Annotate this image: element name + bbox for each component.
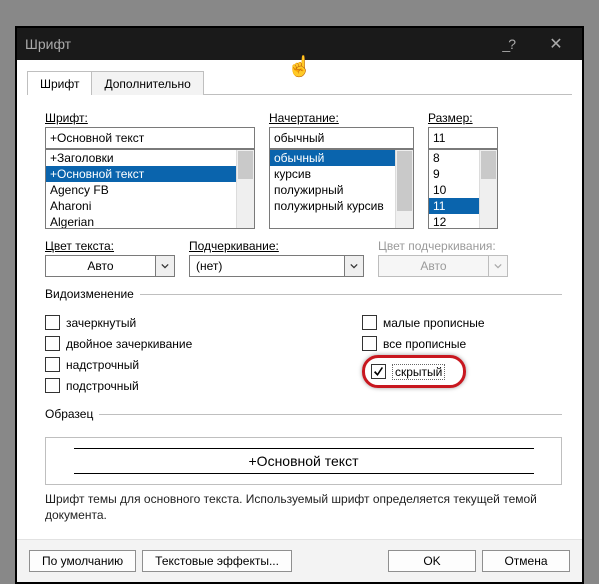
style-input[interactable] <box>269 127 414 149</box>
list-item[interactable]: Algerian <box>46 214 254 229</box>
chk-strike[interactable]: зачеркнутый <box>45 313 362 332</box>
label-size: Размер: <box>428 111 498 125</box>
label-font-color: Цвет текста: <box>45 239 175 253</box>
tab-advanced[interactable]: Дополнительно <box>91 71 203 95</box>
font-listbox[interactable]: +Заголовки +Основной текст Agency FB Aha… <box>45 149 255 229</box>
sample-legend: Образец <box>45 407 99 421</box>
chk-subscript[interactable]: подстрочный <box>45 376 362 395</box>
panel-font: Шрифт: +Заголовки +Основной текст Agency… <box>17 95 582 539</box>
label-underline: Подчеркивание: <box>189 239 364 253</box>
sample-text: +Основной текст <box>74 448 534 474</box>
label-font: Шрифт: <box>45 111 255 125</box>
checkbox-checked-icon[interactable] <box>371 364 386 379</box>
list-item[interactable]: полужирный <box>270 182 413 198</box>
sample-hint: Шрифт темы для основного текста. Использ… <box>45 491 562 523</box>
dialog-footer: По умолчанию Текстовые эффекты... OK Отм… <box>17 539 582 582</box>
underline-color-combo: Авто <box>378 255 508 277</box>
effects-group: Видоизменение зачеркнутый двойное зачерк… <box>45 287 562 397</box>
sample-group: Образец +Основной текст Шрифт темы для о… <box>45 407 562 525</box>
chk-hidden[interactable]: скрытый <box>371 362 445 381</box>
style-listbox[interactable]: обычный курсив полужирный полужирный кур… <box>269 149 414 229</box>
close-icon[interactable]: ✕ <box>538 34 574 54</box>
list-item[interactable]: курсив <box>270 166 413 182</box>
tab-font[interactable]: Шрифт <box>27 71 92 95</box>
help-icon[interactable]: _? <box>502 36 514 52</box>
list-item[interactable]: полужирный курсив <box>270 198 413 214</box>
cancel-button[interactable]: Отмена <box>482 550 570 572</box>
size-input[interactable] <box>428 127 498 149</box>
tab-bar: Шрифт Дополнительно <box>27 70 572 95</box>
underline-combo[interactable]: (нет) <box>189 255 364 277</box>
label-underline-color: Цвет подчеркивания: <box>378 239 508 253</box>
chk-smallcaps[interactable]: малые прописные <box>362 313 562 332</box>
chk-allcaps[interactable]: все прописные <box>362 334 562 353</box>
list-item[interactable]: +Заголовки <box>46 150 254 166</box>
list-item[interactable]: обычный <box>270 150 413 166</box>
list-item[interactable]: +Основной текст <box>46 166 254 182</box>
effects-legend: Видоизменение <box>45 287 140 301</box>
list-item[interactable]: Aharoni <box>46 198 254 214</box>
default-button[interactable]: По умолчанию <box>29 550 136 572</box>
chevron-down-icon[interactable] <box>155 255 175 277</box>
scrollbar[interactable] <box>395 150 413 228</box>
scrollbar[interactable] <box>236 150 254 228</box>
scrollbar[interactable] <box>479 150 497 228</box>
ok-button[interactable]: OK <box>388 550 476 572</box>
label-style: Начертание: <box>269 111 414 125</box>
text-effects-button[interactable]: Текстовые эффекты... <box>142 550 292 572</box>
list-item[interactable]: Agency FB <box>46 182 254 198</box>
chevron-down-icon[interactable] <box>344 255 364 277</box>
chk-superscript[interactable]: надстрочный <box>45 355 362 374</box>
chevron-down-icon <box>488 255 508 277</box>
window-title: Шрифт <box>25 36 502 52</box>
highlight-hidden: скрытый <box>362 355 466 388</box>
font-dialog: Шрифт _? ✕ ☝ Шрифт Дополнительно Шрифт: … <box>15 26 584 584</box>
chk-dstrike[interactable]: двойное зачеркивание <box>45 334 362 353</box>
font-color-combo[interactable]: Авто <box>45 255 175 277</box>
size-listbox[interactable]: 8 9 10 11 12 <box>428 149 498 229</box>
sample-preview: +Основной текст <box>45 437 562 485</box>
title-bar[interactable]: Шрифт _? ✕ ☝ <box>17 28 582 60</box>
font-input[interactable] <box>45 127 255 149</box>
